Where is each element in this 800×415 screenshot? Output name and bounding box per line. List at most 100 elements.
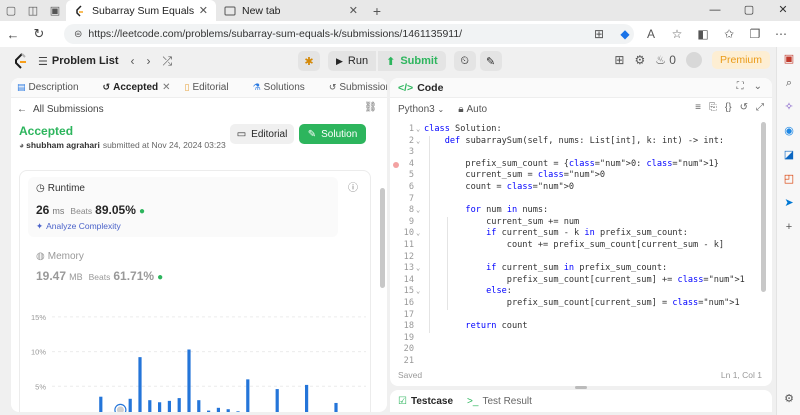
problem-list-link[interactable]: Problem List [52,55,119,67]
tab-submissions[interactable]: ↺Submissions [329,82,387,93]
editor-scrollbar[interactable] [761,122,766,292]
copilot-icon[interactable]: ◉ [777,119,800,143]
workspaces-icon[interactable]: ◫ [22,4,44,17]
more-icon[interactable]: ⋯ [768,24,794,44]
fold-chevron-icon[interactable]: ⌄ [416,287,420,295]
format-icon[interactable]: ≡ [695,102,701,113]
runtime-distribution-chart[interactable]: 15% 10% 5% [20,303,372,412]
close-tab-icon[interactable]: ✕ [162,82,170,93]
tools-icon[interactable]: ✧ [777,95,800,119]
browser-tab-inactive[interactable]: New tab ✕ [216,0,366,21]
site-info-icon[interactable]: ⊜ [74,29,82,40]
histogram-bar[interactable] [128,398,132,412]
close-tab-icon[interactable]: ✕ [349,4,358,17]
collapse-panel-icon[interactable]: ⌄ [754,81,762,92]
browser-tab-active[interactable]: Subarray Sum Equals K - LeetCode ✕ [66,0,216,21]
auto-mode-toggle[interactable]: 🔒︎ Auto [458,104,487,115]
collections-icon[interactable]: ❐ [742,24,768,44]
shopping-icon[interactable]: ▣ [777,47,800,71]
new-tab-plus-icon[interactable]: + [366,3,388,19]
notes-icon[interactable]: ✎ [479,51,502,71]
shuffle-icon[interactable]: ⤮ [163,54,173,69]
add-sidebar-icon[interactable]: + [777,215,800,239]
histogram-bar[interactable] [158,402,162,412]
maximize-icon[interactable]: ▢ [732,0,766,21]
histogram-bar[interactable] [187,349,191,412]
language-select[interactable]: Python3 ⌄ [398,104,444,115]
tab-actions-icon[interactable]: ▣ [44,4,66,17]
submit-button[interactable]: ⬆ Submit [378,51,446,71]
breakpoint-marker[interactable] [393,161,399,168]
histogram-bar[interactable] [246,379,250,412]
settings-gear-icon[interactable]: ⚙ [634,53,645,67]
editorial-button[interactable]: ▭ Editorial [230,124,294,144]
next-problem-icon[interactable]: › [147,54,151,68]
read-aloud-icon[interactable]: A [638,24,664,44]
fold-chevron-icon[interactable]: ⌄ [416,229,420,237]
premium-button[interactable]: Premium [711,51,770,69]
code-editor[interactable]: 1 ⌄ class Solution: 2 ⌄ def subarraySum(self… [390,122,762,370]
all-submissions-link[interactable]: All Submissions [33,104,104,115]
panel-resize-handle[interactable] [575,386,587,389]
fullscreen-icon[interactable]: ⤢ [756,102,764,113]
histogram-bar[interactable] [148,400,152,412]
close-tab-icon[interactable]: ✕ [199,4,208,17]
histogram-bar[interactable] [236,411,240,412]
tab-editorial[interactable]: ▯ Editorial [185,82,229,93]
tab-testcase[interactable]: Testcase [411,396,453,407]
left-panel-scrollbar[interactable] [380,188,385,288]
office-icon[interactable]: ◰ [777,167,800,191]
share-link-icon[interactable]: ⛓ [364,102,377,113]
search-icon[interactable]: ⌕ [777,71,800,95]
histogram-bar[interactable] [226,409,230,412]
split-screen-icon[interactable]: ◧ [690,24,716,44]
histogram-bar[interactable] [197,400,201,412]
memory-title[interactable]: ◍ Memory [36,251,84,262]
tab-test-result[interactable]: >_ Test Result [467,396,532,407]
histogram-bar[interactable] [99,396,103,412]
favorites-icon[interactable]: ✩ [716,24,742,44]
histogram-bar[interactable] [334,402,338,412]
layout-icon[interactable]: ⊞ [614,53,624,67]
tab-solutions[interactable]: ⚗ Solutions [253,82,305,93]
run-button[interactable]: ▶ Run [328,51,377,71]
profile-icon[interactable]: ▢ [0,4,22,17]
fold-chevron-icon[interactable]: ⌄ [416,206,420,214]
braces-icon[interactable]: {} [725,102,732,113]
leetcode-logo-icon[interactable] [14,53,28,69]
bookmark-icon[interactable]: ⎘ [709,102,717,113]
runtime-box[interactable]: ◷ Runtime 26 ms Beats 89.05% ● ✦ Analyze Com… [28,177,338,237]
fold-chevron-icon[interactable]: ⌄ [416,125,420,133]
analyze-complexity-link[interactable]: ✦ Analyze Complexity [36,221,121,232]
back-arrow-icon[interactable]: ← [0,27,26,42]
reset-icon[interactable]: ↺ [740,102,748,113]
histogram-bar[interactable] [177,398,181,412]
back-arrow-icon[interactable]: ← [17,104,27,115]
tab-accepted[interactable]: ↺ Accepted ✕ [103,82,171,93]
histogram-bar[interactable] [207,410,211,412]
minimize-icon[interactable]: — [698,0,732,21]
apps-grid-icon[interactable]: ⊞ [586,24,612,44]
prev-problem-icon[interactable]: ‹ [131,54,135,68]
fold-chevron-icon[interactable]: ⌄ [416,137,420,145]
histogram-bar[interactable] [216,407,220,412]
histogram-bar[interactable] [275,389,279,412]
info-icon[interactable]: ⓘ [348,179,358,194]
extension-icon[interactable]: ◆ [612,24,638,44]
outlook-icon[interactable]: ◪ [777,143,800,167]
favorite-star-icon[interactable]: ☆ [664,24,690,44]
histogram-bar[interactable] [305,384,309,412]
submitter-name[interactable]: shubham agrahari [26,140,100,150]
histogram-bar[interactable] [138,357,142,412]
tab-description[interactable]: ▤ Description [17,82,79,93]
streak-fire-icon[interactable]: ♨ 0 [655,53,676,67]
sidebar-settings-icon[interactable]: ⚙ [777,387,800,411]
close-window-icon[interactable]: ✕ [766,0,800,21]
url-input[interactable]: ⊜ https://leetcode.com/problems/subarray… [64,24,634,44]
avatar[interactable] [685,52,702,68]
timer-icon[interactable]: ⏲ [453,51,476,71]
histogram-bar[interactable] [167,400,171,412]
debug-icon[interactable]: ✱ [298,51,320,71]
refresh-icon[interactable]: ↻ [26,26,52,42]
send-icon[interactable]: ➤ [777,191,800,215]
